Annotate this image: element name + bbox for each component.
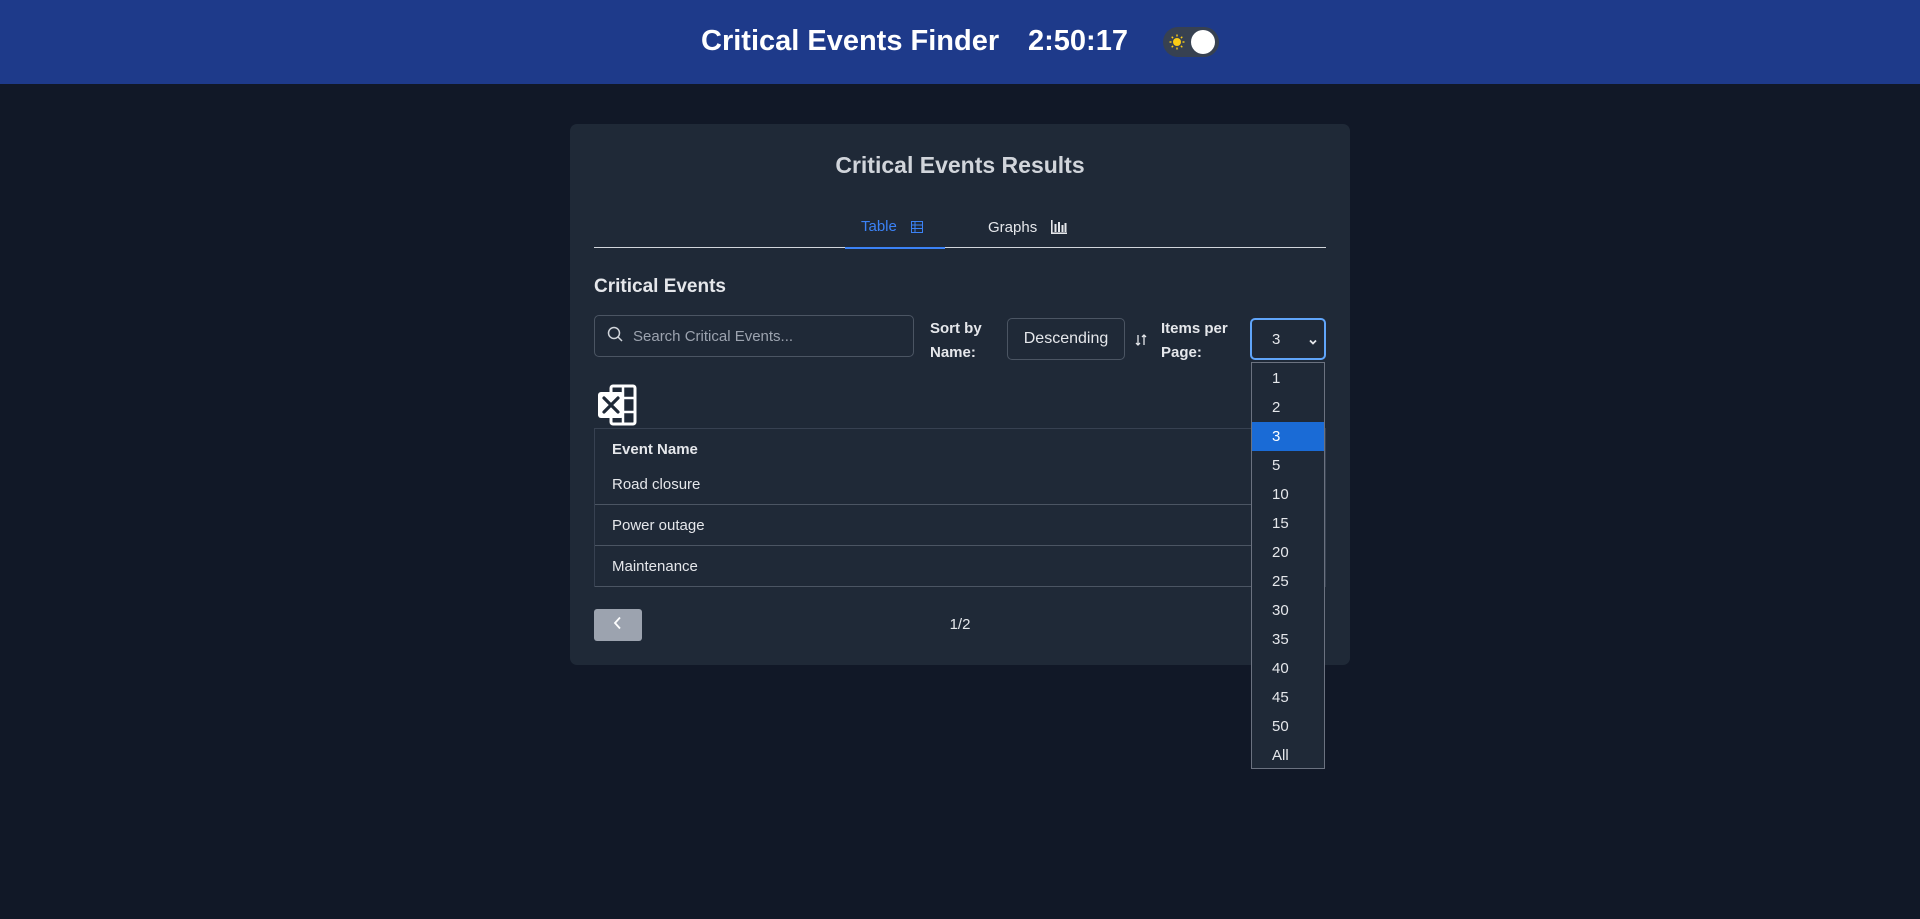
sort-order-button[interactable]: Descending <box>1007 318 1125 360</box>
top-bar: Critical Events Finder 2:50:17 <box>0 0 1920 84</box>
chevron-down-icon <box>1308 334 1318 351</box>
dropdown-option[interactable]: 1 <box>1252 364 1324 393</box>
dropdown-option[interactable]: 35 <box>1252 625 1324 654</box>
view-tabs: Table Graphs <box>594 206 1326 249</box>
dropdown-option[interactable]: 40 <box>1252 654 1324 683</box>
table-row: Road closure <box>595 464 1325 505</box>
table-row: Maintenance <box>595 546 1325 587</box>
table-icon <box>910 220 923 233</box>
tab-graphs[interactable]: Graphs <box>972 206 1082 248</box>
table-row: Power outage <box>595 505 1325 546</box>
excel-export-icon[interactable] <box>597 384 637 431</box>
toggle-knob <box>1191 30 1215 54</box>
dropdown-option[interactable]: All <box>1252 741 1324 770</box>
bar-chart-icon <box>1051 220 1068 234</box>
page-indicator: 1/2 <box>949 616 971 633</box>
dropdown-option[interactable]: 20 <box>1252 538 1324 567</box>
dropdown-option[interactable]: 2 <box>1252 393 1324 422</box>
theme-toggle[interactable] <box>1163 27 1219 57</box>
search-input[interactable] <box>633 327 903 345</box>
dropdown-option[interactable]: 5 <box>1252 451 1324 480</box>
items-per-page-dropdown: 1 2 3 5 10 15 20 25 30 35 40 45 50 All <box>1251 362 1325 769</box>
results-title: Critical Events Results <box>835 152 1085 178</box>
items-per-page-label: Items per Page: <box>1161 320 1228 361</box>
search-box <box>594 315 914 357</box>
sun-icon <box>1169 34 1185 50</box>
sort-arrows-icon[interactable] <box>1135 333 1147 351</box>
section-title: Critical Events <box>594 276 726 297</box>
dropdown-option[interactable]: 30 <box>1252 596 1324 625</box>
dropdown-option[interactable]: 50 <box>1252 712 1324 741</box>
search-icon <box>607 326 623 347</box>
tab-graphs-label: Graphs <box>988 218 1038 236</box>
tab-table[interactable]: Table <box>845 206 945 249</box>
items-per-page-select[interactable]: 3 <box>1250 318 1326 360</box>
tab-table-label: Table <box>861 218 897 235</box>
results-card: Critical Events Results Table Graphs Cri… <box>570 124 1350 665</box>
items-per-page-value: 3 <box>1272 330 1281 348</box>
dropdown-option[interactable]: 10 <box>1252 480 1324 509</box>
dropdown-option[interactable]: 45 <box>1252 683 1324 712</box>
dropdown-option-selected[interactable]: 3 <box>1252 422 1324 451</box>
sort-label: Sort by Name: <box>930 320 982 361</box>
events-table: Event Name Road closure Power outage Mai… <box>594 428 1326 587</box>
app-title: Critical Events Finder <box>701 25 1000 57</box>
clock: 2:50:17 <box>1028 25 1128 57</box>
dropdown-option[interactable]: 25 <box>1252 567 1324 596</box>
dropdown-option[interactable]: 15 <box>1252 509 1324 538</box>
